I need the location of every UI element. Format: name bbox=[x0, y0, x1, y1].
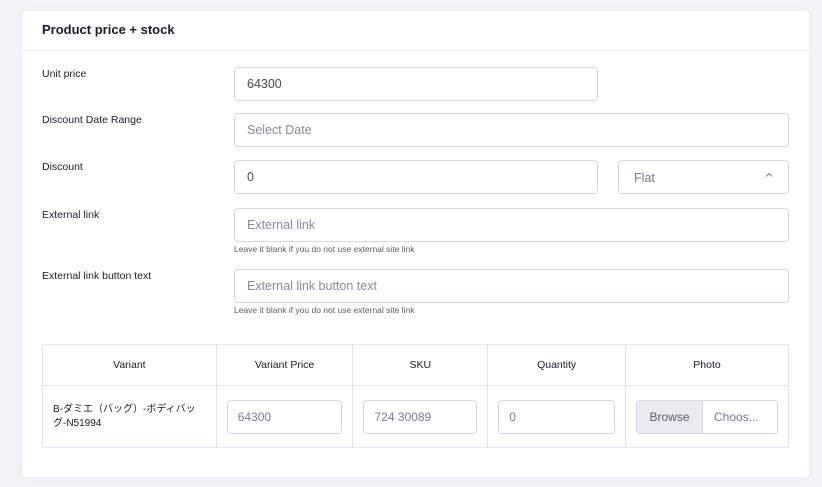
unit-price-input[interactable] bbox=[234, 67, 598, 101]
unit-price-label: Unit price bbox=[42, 68, 87, 80]
discount-type-select[interactable]: Flat bbox=[618, 160, 789, 194]
external-link-button-text-help: Leave it blank if you do not use externa… bbox=[234, 305, 415, 315]
discount-date-range-input[interactable] bbox=[234, 113, 789, 147]
table-header-row: Variant Variant Price SKU Quantity Photo bbox=[42, 344, 789, 386]
discount-date-range-label: Discount Date Range bbox=[42, 114, 142, 126]
discount-label: Discount bbox=[42, 161, 83, 173]
variant-price-cell bbox=[215, 385, 354, 448]
external-link-input[interactable] bbox=[234, 208, 789, 242]
external-link-label: External link bbox=[42, 209, 100, 221]
external-link-help: Leave it blank if you do not use externa… bbox=[234, 244, 415, 254]
external-link-button-text-label: External link button text bbox=[42, 270, 152, 282]
variant-cell: B-ダミエ（バッグ）-ボディバッグ-N51994 bbox=[42, 385, 217, 448]
column-header-variant: Variant bbox=[42, 344, 217, 386]
quantity-input[interactable] bbox=[498, 399, 615, 434]
external-link-button-text-input[interactable] bbox=[234, 269, 789, 303]
sku-cell bbox=[352, 385, 489, 448]
column-header-quantity: Quantity bbox=[487, 344, 626, 386]
column-header-photo: Photo bbox=[625, 344, 789, 386]
card-title: Product price + stock bbox=[42, 22, 175, 37]
card-header: Product price + stock bbox=[22, 11, 809, 51]
column-header-sku: SKU bbox=[352, 344, 489, 386]
variants-table: Variant Variant Price SKU Quantity Photo… bbox=[42, 344, 789, 448]
product-price-stock-card: Product price + stock Unit price Discoun… bbox=[22, 11, 809, 477]
browse-button[interactable]: Browse bbox=[637, 400, 703, 433]
choose-file-label[interactable]: Choos... bbox=[703, 401, 777, 433]
discount-type-value: Flat bbox=[634, 171, 655, 185]
variant-name: B-ダミエ（バッグ）-ボディバッグ-N51994 bbox=[53, 403, 196, 429]
table-row: B-ダミエ（バッグ）-ボディバッグ-N51994 Browse Choos... bbox=[42, 385, 789, 448]
photo-cell: Browse Choos... bbox=[625, 385, 789, 448]
column-header-variant-price: Variant Price bbox=[215, 344, 354, 386]
variant-price-input[interactable] bbox=[226, 399, 343, 434]
chevron-up-icon bbox=[765, 172, 773, 177]
quantity-cell bbox=[487, 385, 626, 448]
sku-input[interactable] bbox=[363, 399, 478, 434]
photo-file-input[interactable]: Browse Choos... bbox=[636, 399, 778, 434]
discount-input[interactable] bbox=[234, 160, 598, 194]
